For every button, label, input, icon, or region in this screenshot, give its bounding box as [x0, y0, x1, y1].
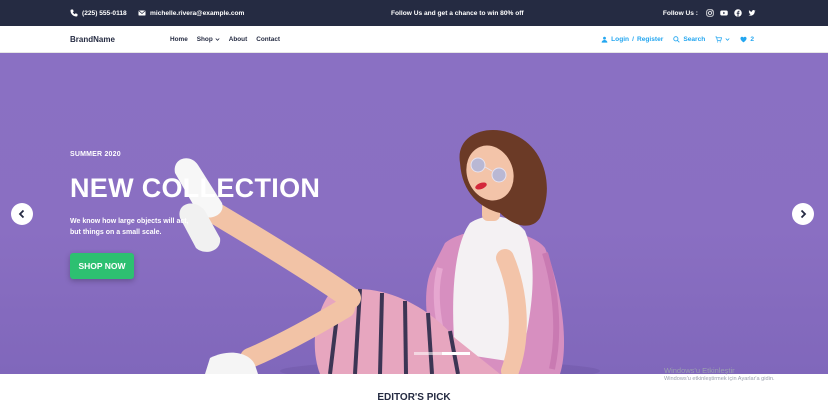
heart-icon	[740, 36, 747, 43]
next-slide-button[interactable]	[792, 203, 814, 225]
chevron-down-icon	[725, 38, 730, 41]
follow-label: Follow Us :	[662, 9, 698, 17]
menu-item-label: Contact	[256, 36, 281, 43]
social-links: Follow Us :	[663, 0, 756, 26]
menu-item-shop[interactable]: Shop	[197, 36, 220, 43]
nav-actions: Login / Register Search 2	[601, 26, 754, 53]
login-link[interactable]: Login	[611, 36, 629, 43]
shop-now-button[interactable]: SHOP NOW	[70, 253, 134, 279]
menu-item-label: About	[228, 36, 248, 43]
login-register: Login / Register	[601, 36, 663, 43]
hero-slider: SUMMER 2020 NEW COLLECTION We know how l…	[0, 53, 828, 374]
hero-title: NEW COLLECTION	[70, 173, 321, 203]
brand-logo[interactable]: BrandName	[70, 26, 115, 53]
mail-icon	[138, 9, 146, 17]
facebook-icon[interactable]	[734, 9, 742, 17]
prev-slide-button[interactable]	[11, 203, 33, 225]
phone-number: (225) 555-0118	[82, 9, 127, 17]
activation-watermark: Windows'u Etkinleştir Windows'u etkinleş…	[664, 366, 775, 384]
promo-text: Follow Us and get a chance to win 80% of…	[391, 9, 524, 17]
main-navbar: BrandName Home Shop About Contact Login …	[0, 26, 828, 53]
menu-item-home[interactable]: Home	[170, 36, 188, 43]
menu-item-label: Home	[170, 36, 188, 43]
search-label: Search	[683, 36, 706, 43]
hero-image	[174, 130, 600, 374]
chevron-right-icon	[800, 209, 807, 219]
menu-item-contact[interactable]: Contact	[256, 36, 280, 43]
hero-description-line: but things on a small scale.	[70, 229, 162, 236]
user-icon	[601, 36, 608, 43]
menu-item-label: Shop	[196, 36, 213, 43]
top-bar: (225) 555-0118 michelle.rivera@example.c…	[0, 0, 828, 26]
main-menu: Home Shop About Contact	[170, 26, 280, 53]
twitter-icon[interactable]	[748, 9, 756, 17]
hero-subtitle: SUMMER 2020	[70, 151, 121, 158]
slider-pagination	[414, 352, 470, 355]
email-contact[interactable]: michelle.rivera@example.com	[138, 0, 244, 26]
phone-contact[interactable]: (225) 555-0118	[70, 0, 127, 26]
search-icon	[673, 36, 680, 43]
cart-icon	[715, 36, 723, 43]
login-separator: /	[632, 36, 634, 43]
hero-description-line: We know how large objects will act,	[70, 218, 189, 225]
slider-dot[interactable]	[414, 352, 442, 355]
instagram-icon[interactable]	[706, 9, 714, 17]
cart-button[interactable]	[715, 36, 730, 43]
wishlist-count: 2	[750, 36, 754, 43]
watermark-title: Windows'u Etkinleştir	[664, 366, 735, 375]
wishlist-button[interactable]: 2	[740, 36, 754, 43]
phone-icon	[70, 9, 78, 17]
chevron-left-icon	[18, 209, 25, 219]
register-link[interactable]: Register	[637, 36, 663, 43]
youtube-icon[interactable]	[720, 9, 728, 17]
menu-item-about[interactable]: About	[229, 36, 247, 43]
editors-pick-heading: EDITOR'S PICK	[377, 392, 451, 403]
slider-dot-active[interactable]	[442, 352, 470, 355]
search-button[interactable]: Search	[673, 36, 705, 43]
watermark-subtitle: Windows'u etkinleştirmek için Ayarlar'a …	[664, 376, 775, 382]
chevron-down-icon	[215, 38, 220, 41]
hero-description: We know how large objects will act, but …	[70, 216, 220, 238]
email-address: michelle.rivera@example.com	[150, 9, 245, 17]
